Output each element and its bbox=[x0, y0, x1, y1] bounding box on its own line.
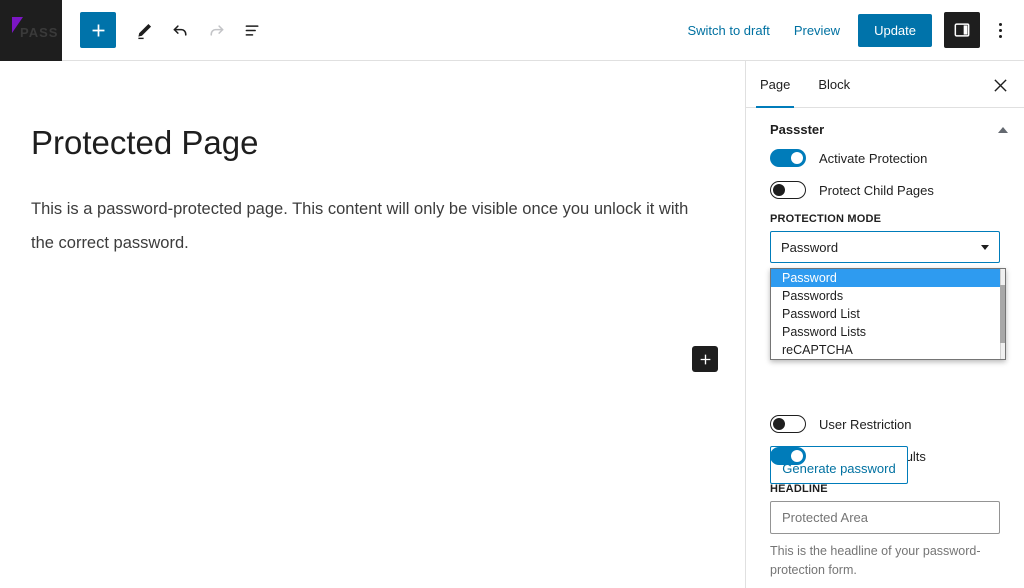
toggle-knob bbox=[791, 152, 803, 164]
chevron-down-icon bbox=[981, 244, 989, 250]
toggle-user-restriction[interactable]: User Restriction bbox=[770, 415, 1000, 433]
close-icon bbox=[993, 78, 1007, 92]
undo-button[interactable] bbox=[162, 12, 198, 48]
toggle-switch[interactable] bbox=[770, 415, 806, 433]
dropdown-scrollbar-thumb[interactable] bbox=[1000, 285, 1005, 343]
chevron-up-icon bbox=[998, 126, 1008, 133]
toggle-switch[interactable] bbox=[770, 181, 806, 199]
logo-mark: PASS bbox=[10, 17, 57, 43]
passster-panel-title: Passster bbox=[770, 122, 825, 137]
add-block-button[interactable] bbox=[80, 12, 116, 48]
page-title[interactable]: Protected Page bbox=[31, 123, 691, 163]
toggle-knob bbox=[773, 418, 785, 430]
undo-arrow-icon bbox=[173, 24, 187, 36]
toggle-label: Activate Protection bbox=[819, 150, 928, 166]
plus-icon bbox=[92, 24, 104, 36]
dropdown-option-password-list[interactable]: Password List bbox=[771, 305, 1005, 323]
tab-page[interactable]: Page bbox=[746, 61, 804, 108]
toggle-label: Protect Child Pages bbox=[819, 182, 934, 198]
pencil-icon bbox=[137, 23, 151, 39]
protection-mode-dropdown[interactable]: Password Passwords Password List Passwor… bbox=[770, 268, 1006, 360]
protection-mode-value: Password bbox=[781, 239, 839, 255]
logo-text: PASS bbox=[20, 25, 59, 40]
toggle-switch[interactable] bbox=[770, 149, 806, 167]
redo-arrow-icon bbox=[209, 24, 223, 36]
headline-input[interactable] bbox=[770, 501, 1000, 534]
toggle-knob bbox=[773, 184, 785, 196]
more-options-button[interactable] bbox=[986, 12, 1014, 48]
toggle-knob bbox=[791, 450, 803, 462]
paragraph-block[interactable]: This is a password-protected page. This … bbox=[31, 193, 711, 261]
preview-button[interactable]: Preview bbox=[782, 15, 852, 46]
plus-icon bbox=[700, 354, 710, 364]
update-button[interactable]: Update bbox=[858, 13, 932, 47]
close-sidebar-button[interactable] bbox=[988, 73, 1012, 97]
dropdown-option-passwords[interactable]: Passwords bbox=[771, 287, 1005, 305]
dropdown-scrollbar[interactable] bbox=[1000, 269, 1005, 359]
settings-panel-toggle[interactable] bbox=[944, 12, 980, 48]
protection-mode-label: PROTECTION MODE bbox=[770, 213, 882, 225]
list-view-icon bbox=[245, 24, 259, 36]
tab-block[interactable]: Block bbox=[804, 61, 864, 108]
redo-button[interactable] bbox=[198, 12, 234, 48]
edit-tool-button[interactable] bbox=[126, 12, 162, 48]
dropdown-option-password-lists[interactable]: Password Lists bbox=[771, 323, 1005, 341]
toggle-switch[interactable] bbox=[770, 447, 806, 465]
sidebar-tabs: Page Block bbox=[746, 61, 1024, 108]
editor-toolbar: PASS Switch to draft Preview Update bbox=[0, 0, 1024, 61]
editor-canvas[interactable]: Protected Page This is a password-protec… bbox=[0, 61, 746, 588]
toggle-label: User Restriction bbox=[819, 416, 912, 432]
passster-panel-body: Activate Protection Protect Child Pages … bbox=[746, 149, 1024, 580]
kebab-dot bbox=[998, 28, 1002, 32]
toggle-protect-child-pages[interactable]: Protect Child Pages bbox=[770, 181, 1000, 199]
kebab-dot bbox=[998, 22, 1002, 26]
inserter-add-block-button[interactable] bbox=[692, 346, 718, 372]
passster-panel-header[interactable]: Passster bbox=[746, 108, 1024, 149]
headline-help-text: This is the headline of your password-pr… bbox=[770, 544, 981, 577]
toggle-activate-protection[interactable]: Activate Protection bbox=[770, 149, 1000, 167]
site-logo[interactable]: PASS bbox=[0, 0, 62, 61]
list-view-button[interactable] bbox=[234, 12, 270, 48]
dropdown-option-password[interactable]: Password bbox=[771, 269, 1005, 287]
editor-window: PASS Switch to draft Preview Update Prot… bbox=[0, 0, 1024, 588]
switch-to-draft-button[interactable]: Switch to draft bbox=[675, 15, 781, 46]
protection-mode-select[interactable]: Password bbox=[770, 231, 1000, 263]
sidebar-panel-icon bbox=[954, 23, 970, 37]
kebab-dot bbox=[998, 34, 1002, 38]
headline-label: HEADLINE bbox=[770, 483, 828, 495]
toolbar-right-group: Switch to draft Preview Update bbox=[675, 12, 1024, 48]
dropdown-option-recaptcha[interactable]: reCAPTCHA bbox=[771, 341, 1005, 359]
toolbar-left-group bbox=[62, 12, 270, 48]
